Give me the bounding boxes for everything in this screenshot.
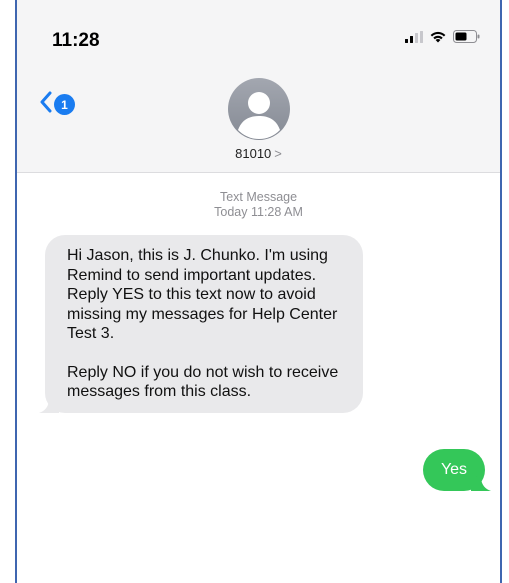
- incoming-message-bubble[interactable]: Hi Jason, this is J. Chunko. I'm using R…: [39, 235, 363, 413]
- bubble-tail-icon: [39, 394, 59, 413]
- conversation-header: 11:28 1 81010 >: [17, 0, 500, 173]
- wifi-icon: [429, 30, 447, 48]
- bubble-tail-icon: [471, 473, 491, 491]
- unread-badge: 1: [54, 94, 75, 115]
- contact-info-button[interactable]: 81010 >: [227, 78, 290, 161]
- chevron-left-icon: [39, 91, 52, 118]
- outgoing-message-bubble[interactable]: Yes: [423, 449, 491, 491]
- back-button[interactable]: 1: [39, 91, 75, 118]
- message-type-label: Text Message: [219, 190, 298, 204]
- incoming-message-paragraph: Hi Jason, this is J. Chunko. I'm using R…: [67, 247, 338, 342]
- outgoing-message-text: Yes: [440, 461, 468, 478]
- contact-name: 81010 >: [235, 146, 282, 161]
- status-icons: [405, 30, 480, 48]
- battery-icon: [453, 30, 480, 48]
- chevron-right-icon: >: [274, 146, 282, 161]
- message-date-label: Today 11:28 AM: [214, 205, 303, 219]
- message-timestamp: Text Message Today 11:28 AM: [17, 190, 500, 220]
- contact-avatar-icon: [227, 78, 290, 140]
- signal-icon: [405, 30, 423, 48]
- incoming-message-paragraph: Reply NO if you do not wish to receive m…: [67, 363, 339, 401]
- contact-number: 81010: [235, 146, 272, 161]
- status-time: 11:28: [52, 30, 100, 51]
- phone-frame: 11:28 1 81010 > Text Message Today 11:28…: [15, 0, 502, 583]
